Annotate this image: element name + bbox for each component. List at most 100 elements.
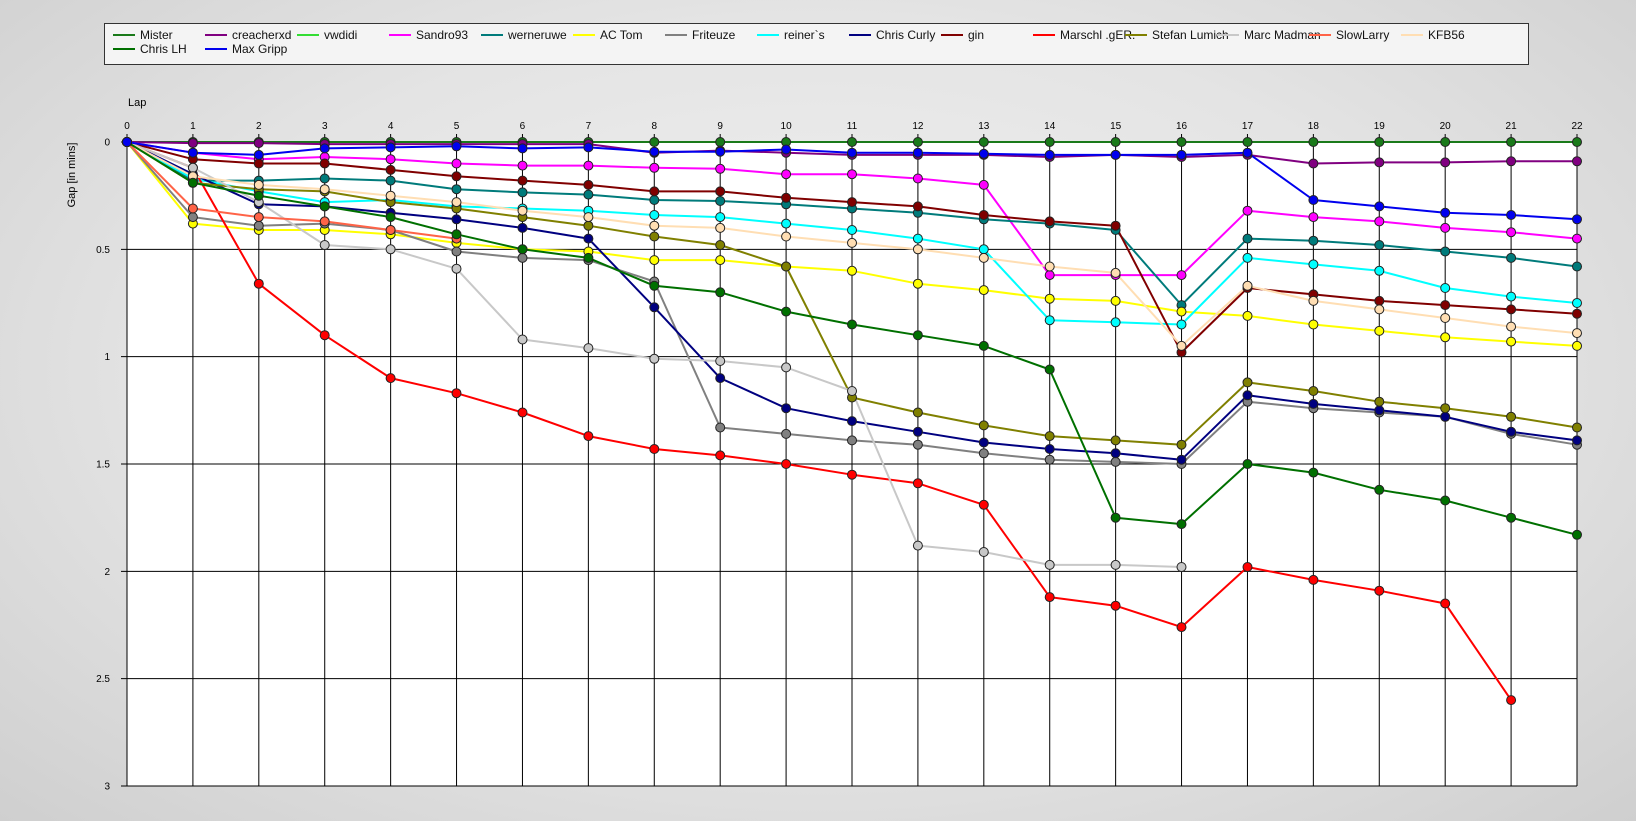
data-point xyxy=(517,334,528,345)
y-tick-label: 0.5 xyxy=(96,245,110,256)
data-point xyxy=(319,143,330,154)
data-point xyxy=(715,373,726,384)
data-point xyxy=(1506,695,1517,706)
data-point xyxy=(1176,454,1187,465)
data-point xyxy=(583,343,594,354)
data-point xyxy=(253,278,264,289)
data-point xyxy=(1110,220,1121,231)
x-tick-label: 16 xyxy=(1176,121,1188,132)
data-point xyxy=(1440,495,1451,506)
data-point xyxy=(715,196,726,206)
data-point xyxy=(847,469,857,480)
data-point xyxy=(1242,390,1253,401)
data-point xyxy=(187,138,198,149)
data-point xyxy=(1110,600,1121,611)
data-point xyxy=(583,212,594,223)
data-point xyxy=(1044,293,1055,304)
data-point xyxy=(187,212,198,223)
data-point xyxy=(1506,156,1517,167)
data-point xyxy=(978,285,989,296)
data-point xyxy=(385,175,396,186)
data-point xyxy=(517,222,528,233)
x-tick-label: 2 xyxy=(256,121,262,132)
data-point xyxy=(649,186,660,197)
x-tick-label: 21 xyxy=(1506,121,1518,132)
data-point xyxy=(781,192,792,203)
data-point xyxy=(451,246,462,257)
data-point xyxy=(781,428,792,439)
data-point xyxy=(583,160,594,171)
data-point xyxy=(1506,321,1517,332)
data-point xyxy=(385,154,396,165)
data-point xyxy=(1374,325,1385,336)
x-tick-label: 1 xyxy=(190,121,196,132)
data-point xyxy=(1044,592,1055,603)
x-tick-label: 15 xyxy=(1110,121,1122,132)
data-point xyxy=(1242,233,1253,244)
data-point xyxy=(715,255,726,266)
data-point xyxy=(912,201,923,212)
data-point xyxy=(451,229,462,240)
y-tick-label: 2.5 xyxy=(96,674,110,685)
data-point xyxy=(1572,529,1582,540)
data-point xyxy=(847,319,857,330)
data-point xyxy=(1176,149,1187,160)
data-point xyxy=(1506,227,1517,238)
data-point xyxy=(1308,467,1319,478)
data-point xyxy=(1440,300,1451,311)
data-point xyxy=(715,450,726,461)
data-point xyxy=(912,478,923,489)
data-point xyxy=(1440,598,1451,609)
data-point xyxy=(517,187,528,198)
data-point xyxy=(1044,261,1055,272)
data-point xyxy=(517,175,528,186)
data-point xyxy=(1374,484,1385,495)
data-point xyxy=(781,144,792,155)
y-tick-label: 2 xyxy=(104,567,110,578)
data-point xyxy=(1110,559,1121,570)
data-point xyxy=(1242,562,1253,572)
data-point xyxy=(1506,411,1517,422)
data-point xyxy=(451,197,462,208)
data-point xyxy=(187,147,198,158)
data-point xyxy=(715,422,726,433)
data-point xyxy=(385,244,396,255)
data-point xyxy=(847,169,857,180)
data-point xyxy=(978,137,989,147)
data-point xyxy=(978,499,989,510)
data-point xyxy=(1440,137,1451,147)
data-point xyxy=(1374,585,1385,596)
data-point xyxy=(253,158,264,169)
data-point xyxy=(978,448,989,459)
x-tick-label: 10 xyxy=(781,121,793,132)
data-point xyxy=(1044,559,1055,570)
x-tick-label: 5 xyxy=(454,121,460,132)
x-tick-label: 11 xyxy=(847,121,858,132)
data-point xyxy=(781,306,792,317)
data-point xyxy=(583,431,594,442)
data-point xyxy=(1374,396,1385,407)
data-point xyxy=(1506,426,1517,437)
data-point xyxy=(187,162,198,173)
data-point xyxy=(912,407,923,418)
data-point xyxy=(781,362,792,373)
data-point xyxy=(1044,315,1055,326)
data-point xyxy=(1044,431,1055,442)
data-point xyxy=(715,240,726,250)
data-point xyxy=(1110,435,1121,446)
data-point xyxy=(781,403,792,414)
x-tick-label: 19 xyxy=(1374,121,1386,132)
data-point xyxy=(1308,235,1319,246)
data-point xyxy=(253,138,264,149)
y-tick-label: 1.5 xyxy=(96,460,110,471)
data-point xyxy=(978,148,989,159)
data-point xyxy=(253,179,264,190)
data-point xyxy=(847,147,857,158)
data-point xyxy=(451,214,462,225)
x-tick-label: 3 xyxy=(322,121,328,132)
data-point xyxy=(1440,411,1451,422)
data-point xyxy=(1572,340,1582,351)
x-tick-label: 13 xyxy=(978,121,990,132)
data-point xyxy=(1572,233,1582,244)
data-point xyxy=(781,169,792,180)
